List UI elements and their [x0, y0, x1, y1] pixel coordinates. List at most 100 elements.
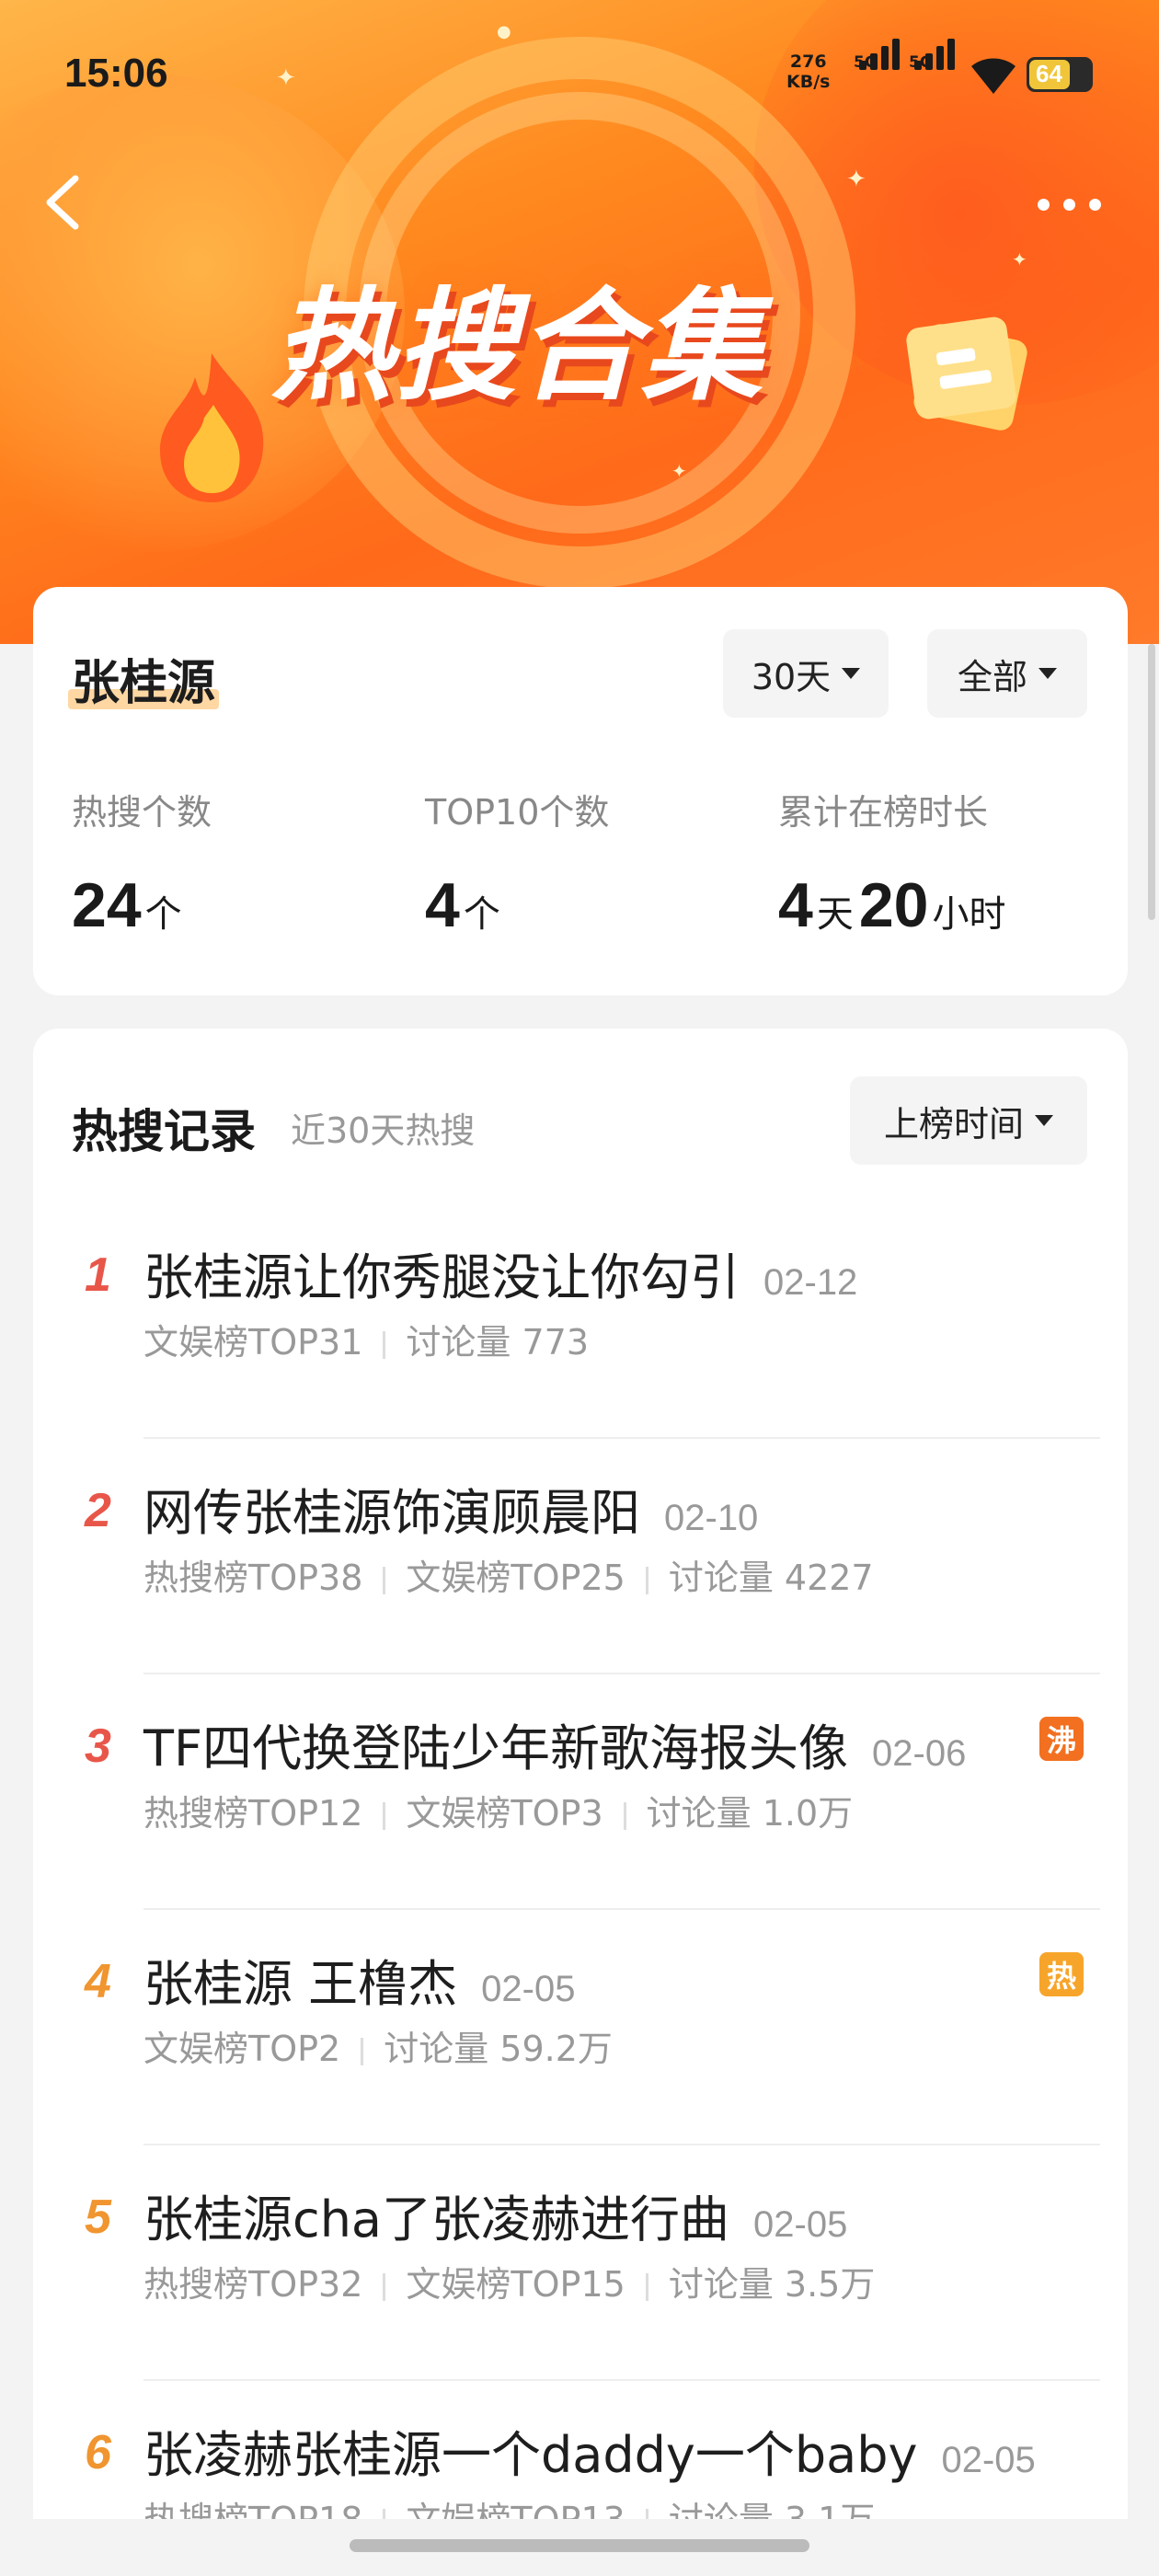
meta-separator — [623, 1801, 626, 1830]
records-title: 热搜记录 — [72, 1105, 256, 1158]
record-rank: 2 — [85, 1484, 111, 1537]
record-meta-item: 文娱榜TOP13 — [406, 2500, 625, 2519]
scrollbar[interactable] — [1148, 644, 1155, 920]
record-meta-item: 讨论量 4227 — [668, 1558, 874, 1598]
record-date: 02-06 — [872, 1733, 967, 1774]
hot-badge: 热 — [1039, 1952, 1084, 1996]
back-button[interactable] — [37, 166, 92, 239]
boiling-badge: 沸 — [1039, 1717, 1084, 1761]
category-filter-label: 全部 — [957, 656, 1027, 697]
network-speed-unit: KB/s — [786, 72, 831, 92]
folder-icon — [906, 316, 1027, 431]
network-speed-value: 276 — [789, 52, 827, 72]
stat-days-value: 4 — [778, 870, 813, 940]
status-time: 15:06 — [64, 51, 168, 96]
caret-down-icon — [1039, 668, 1057, 679]
record-meta: 文娱榜TOP31 讨论量 773 — [143, 1314, 589, 1364]
record-meta-item: 文娱榜TOP15 — [406, 2264, 625, 2305]
caret-down-icon — [842, 668, 861, 679]
stat-total-duration: 累计在榜时长 4 天20 小时 — [778, 784, 1011, 941]
record-meta-item: 文娱榜TOP2 — [143, 2029, 341, 2069]
record-title: 张桂源 王橹杰 — [143, 1955, 458, 2013]
record-rank: 3 — [85, 1719, 111, 1773]
record-item[interactable]: 1 张桂源让你秀腿没让你勾引 02-12 文娱榜TOP31 讨论量 773 — [33, 1203, 1128, 1439]
record-meta-item: 热搜榜TOP38 — [143, 1558, 363, 1598]
record-item[interactable]: 3 TF四代换登陆少年新歌海报头像 02-06 热搜榜TOP12 文娱榜TOP3 讨论量 … — [33, 1674, 1128, 1910]
battery-icon: 64 — [1027, 57, 1093, 92]
sparkle-icon: ✦ — [671, 460, 687, 482]
meta-separator — [383, 1801, 386, 1830]
record-date: 02-12 — [763, 1262, 858, 1303]
stat-unit: 个 — [463, 893, 500, 936]
record-rank: 1 — [85, 1248, 111, 1302]
record-meta: 热搜榜TOP32 文娱榜TOP15 讨论量 3.5万 — [143, 2256, 875, 2306]
record-meta-item: 文娱榜TOP31 — [143, 1322, 363, 1363]
record-rank: 5 — [85, 2191, 111, 2244]
summary-card: 张桂源 30天 全部 热搜个数 24 个 TOP10个数 4个 累计在榜时长 4天… — [33, 587, 1128, 995]
caret-down-icon — [1035, 1115, 1053, 1126]
stat-days-unit: 天 — [816, 893, 854, 936]
meta-separator — [383, 1330, 386, 1359]
sort-dropdown[interactable]: 上榜时间 — [850, 1076, 1087, 1165]
meta-separator — [383, 1566, 386, 1594]
records-subtitle: 近30天热搜 — [291, 1110, 476, 1151]
celebrity-name: 张桂源 — [67, 644, 220, 713]
stat-label: 累计在榜时长 — [778, 792, 989, 833]
record-meta: 热搜榜TOP38 文娱榜TOP25 讨论量 4227 — [143, 1549, 874, 1600]
meta-separator — [645, 1566, 648, 1594]
battery-level: 64 — [1036, 60, 1062, 87]
record-title: 网传张桂源饰演顾晨阳 — [143, 1484, 640, 1542]
stat-hot-search-count: 热搜个数 24 个 — [72, 784, 212, 941]
record-title: 张凌赫张桂源一个daddy一个baby — [143, 2426, 918, 2484]
more-button[interactable] — [1030, 184, 1113, 224]
record-title: TF四代换登陆少年新歌海报头像 — [143, 1719, 849, 1777]
sparkle-icon: ✦ — [846, 166, 866, 193]
record-item[interactable]: 6 张凌赫张桂源一个daddy一个baby 02-05 热搜榜TOP18 文娱榜TOP1… — [33, 2381, 1128, 2519]
record-meta-item: 热搜榜TOP12 — [143, 1793, 363, 1834]
record-meta: 热搜榜TOP18 文娱榜TOP13 讨论量 3.1万 — [143, 2491, 875, 2519]
record-date: 02-05 — [481, 1969, 576, 2009]
meta-separator — [645, 2508, 648, 2519]
status-bar: 15:06 276 KB/s 5G 5G 64 — [0, 0, 1159, 138]
records-card: 热搜记录 近30天热搜 上榜时间 1 张桂源让你秀腿没让你勾引 02-12 文娱榜TO… — [33, 1029, 1128, 2519]
record-meta-item: 讨论量 1.0万 — [646, 1793, 854, 1834]
record-rank: 6 — [85, 2426, 111, 2479]
record-meta-item: 文娱榜TOP25 — [406, 1558, 625, 1598]
record-title: 张桂源cha了张凌赫进行曲 — [143, 2191, 730, 2248]
home-indicator[interactable] — [350, 2539, 809, 2552]
record-meta-item: 讨论量 773 — [406, 1322, 590, 1363]
category-filter-dropdown[interactable]: 全部 — [927, 629, 1087, 718]
record-title-line: 张桂源让你秀腿没让你勾引 02-12 — [143, 1236, 857, 1309]
record-meta-item: 文娱榜TOP3 — [406, 1793, 603, 1834]
record-title-line: 张桂源cha了张凌赫进行曲 02-05 — [143, 2179, 847, 2251]
record-item[interactable]: 2 网传张桂源饰演顾晨阳 02-10 热搜榜TOP38 文娱榜TOP25 讨论量 4227 — [33, 1439, 1128, 1674]
record-meta-item: 热搜榜TOP32 — [143, 2264, 363, 2305]
banner-title: 热搜合集 — [271, 276, 764, 418]
wifi-icon — [971, 58, 1016, 94]
stat-top10-count: TOP10个数 4个 — [425, 784, 609, 941]
record-item[interactable]: 4 张桂源 王橹杰 02-05 文娱榜TOP2 讨论量 59.2万 热 — [33, 1910, 1128, 2145]
record-item[interactable]: 5 张桂源cha了张凌赫进行曲 02-05 热搜榜TOP32 文娱榜TOP15 讨论量 3… — [33, 2145, 1128, 2381]
meta-separator — [645, 2272, 648, 2301]
celebrity-name-wrap: 张桂源 — [67, 644, 220, 713]
record-meta-item: 讨论量 59.2万 — [384, 2029, 613, 2069]
chevron-left-icon — [46, 175, 79, 230]
record-meta-item: 热搜榜TOP18 — [143, 2500, 362, 2519]
record-title: 张桂源让你秀腿没让你勾引 — [143, 1248, 740, 1306]
record-title-line: 张凌赫张桂源一个daddy一个baby 02-05 — [143, 2414, 1036, 2487]
flame-icon — [160, 353, 264, 502]
stat-value: 4 — [425, 870, 460, 940]
stat-label: TOP10个数 — [425, 792, 610, 833]
stat-label: 热搜个数 — [72, 792, 212, 833]
network-speed: 276 KB/s — [786, 52, 830, 92]
stat-hours-unit: 小时 — [932, 893, 1006, 936]
record-meta-item: 讨论量 3.5万 — [668, 2264, 876, 2305]
sparkle-icon: ✦ — [1012, 248, 1027, 270]
record-title-line: 张桂源 王橹杰 02-05 — [143, 1943, 575, 2016]
header-banner: ✦ ● ✦ ✦ ✦ ✦ 15:06 276 KB/s 5G 5G 64 — [0, 0, 1159, 644]
meta-separator — [383, 2272, 386, 2301]
period-filter-dropdown[interactable]: 30天 — [723, 629, 889, 718]
record-meta: 热搜榜TOP12 文娱榜TOP3 讨论量 1.0万 — [143, 1785, 853, 1835]
stat-hours-value: 20 — [858, 870, 929, 940]
stat-value: 24 — [72, 870, 142, 940]
